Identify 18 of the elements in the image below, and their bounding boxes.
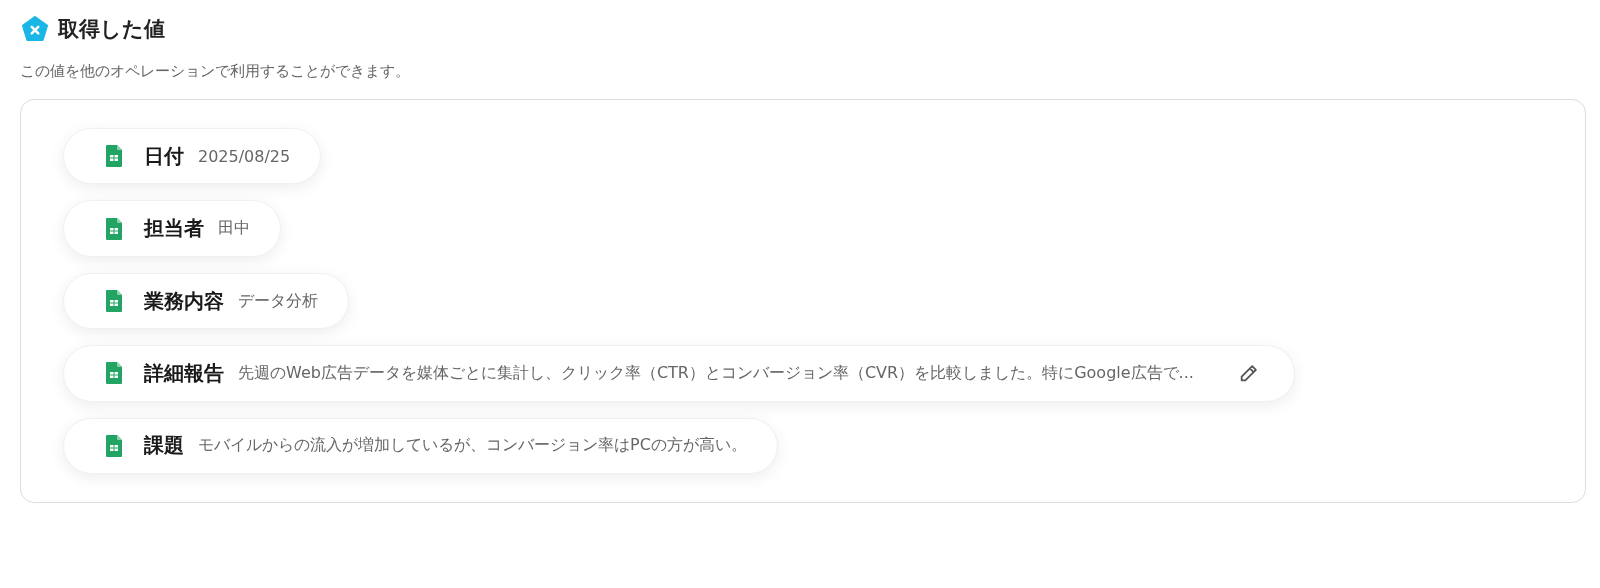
logo-icon — [22, 16, 48, 42]
spreadsheet-icon — [106, 434, 122, 457]
field-value: モバイルからの流入が増加しているが、コンバージョン率はPCの方が高い。 — [198, 435, 747, 457]
field-label: 日付 — [144, 142, 184, 170]
field-label: 詳細報告 — [144, 359, 224, 387]
field-value: 2025/08/25 — [198, 146, 291, 166]
spreadsheet-icon — [106, 217, 122, 240]
spreadsheet-icon — [106, 362, 122, 385]
field-label: 課題 — [144, 432, 184, 460]
spreadsheet-icon — [106, 290, 122, 312]
section-description: この値を他のオペレーションで利用することができます。 — [20, 62, 411, 81]
field-label: 担当者 — [144, 215, 204, 243]
spreadsheet-icon — [106, 145, 122, 168]
section-title: 取得した値 — [58, 16, 165, 43]
field-value: 先週のWeb広告データを媒体ごとに集計し、クリック率（CTR）とコンバージョン率（CVR）を比較しました。特にGoogle広告で... — [238, 362, 1194, 384]
field-label: 業務内容 — [144, 287, 224, 315]
field-value: データ分析 — [238, 290, 318, 312]
field-value: 田中 — [218, 218, 250, 240]
